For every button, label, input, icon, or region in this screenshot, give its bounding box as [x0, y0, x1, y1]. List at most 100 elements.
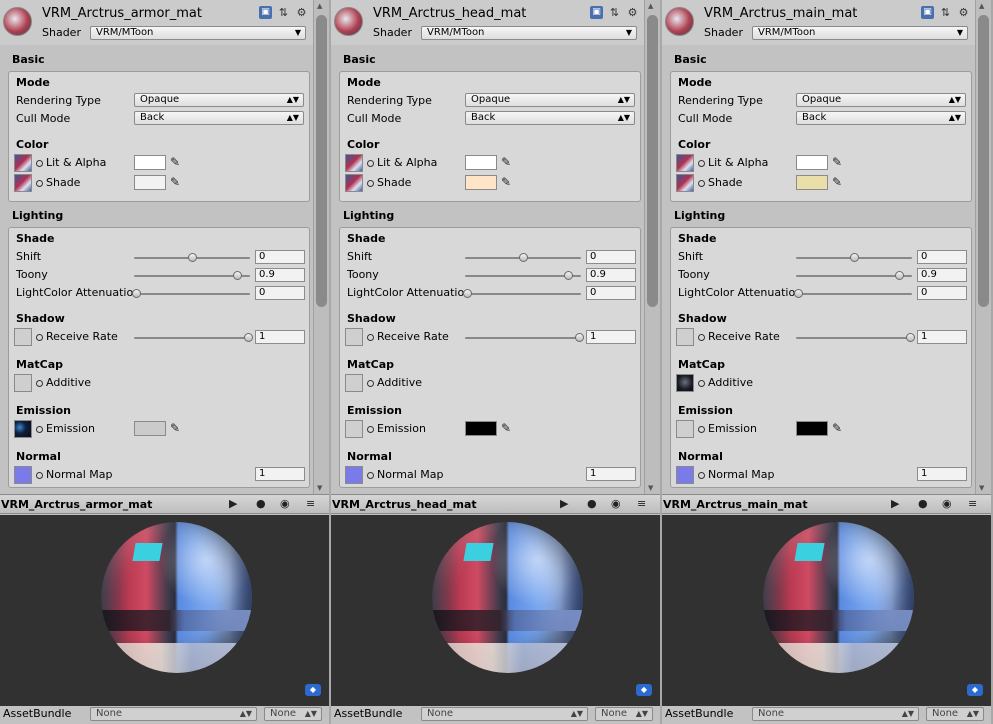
lit-color-swatch[interactable]: [465, 155, 497, 170]
normal-map-texture-slot[interactable]: [14, 466, 32, 484]
assetbundle-name-dropdown[interactable]: None ▲▼: [752, 707, 919, 721]
matcap-texture-slot[interactable]: [345, 374, 363, 392]
scroll-down-icon[interactable]: ▼: [317, 484, 322, 492]
texture-picker-dot-icon[interactable]: [36, 180, 43, 187]
normal-map-scale-field[interactable]: 1: [917, 467, 967, 481]
receive-rate-texture-slot[interactable]: [676, 328, 694, 346]
light-toggle-icon[interactable]: ◉: [280, 497, 290, 510]
shift-field[interactable]: 0: [917, 250, 967, 264]
normal-map-texture-slot[interactable]: [676, 466, 694, 484]
slider-knob[interactable]: [519, 253, 528, 262]
lightcolor-attenuation-field[interactable]: 0: [586, 286, 636, 300]
texture-picker-dot-icon[interactable]: [698, 472, 705, 479]
texture-picker-dot-icon[interactable]: [698, 380, 705, 387]
receive-rate-field[interactable]: 1: [917, 330, 967, 344]
matcap-texture-slot[interactable]: [676, 374, 694, 392]
texture-picker-dot-icon[interactable]: [367, 334, 374, 341]
color-picker-icon[interactable]: ✎: [170, 155, 180, 169]
scrollbar-thumb[interactable]: [978, 15, 989, 307]
shade-color-swatch[interactable]: [134, 175, 166, 190]
rendering-type-dropdown[interactable]: Opaque ▲▼: [465, 93, 635, 107]
receive-rate-texture-slot[interactable]: [14, 328, 32, 346]
texture-picker-dot-icon[interactable]: [698, 180, 705, 187]
preset-sliders-icon[interactable]: ⇅: [608, 6, 621, 19]
color-picker-icon[interactable]: ✎: [832, 421, 842, 435]
normal-map-scale-field[interactable]: 1: [255, 467, 305, 481]
menu-icon[interactable]: ≡: [306, 497, 315, 510]
shade-texture-slot[interactable]: [676, 174, 694, 192]
cull-mode-dropdown[interactable]: Back ▲▼: [465, 111, 635, 125]
emission-color-swatch[interactable]: [465, 421, 497, 436]
texture-picker-dot-icon[interactable]: [36, 472, 43, 479]
inspector-scrollbar[interactable]: ▲ ▼: [975, 0, 991, 494]
slider-knob[interactable]: [188, 253, 197, 262]
assetbundle-variant-dropdown[interactable]: None ▲▼: [595, 707, 653, 721]
texture-picker-dot-icon[interactable]: [36, 426, 43, 433]
texture-picker-dot-icon[interactable]: [36, 380, 43, 387]
slider-knob[interactable]: [794, 289, 803, 298]
normal-map-texture-slot[interactable]: [345, 466, 363, 484]
play-icon[interactable]: ▶: [891, 497, 899, 510]
scrollbar-thumb[interactable]: [316, 15, 327, 307]
material-preview-viewport[interactable]: [331, 515, 660, 706]
rendering-type-dropdown[interactable]: Opaque ▲▼: [796, 93, 966, 107]
shift-field[interactable]: 0: [255, 250, 305, 264]
lit-texture-slot[interactable]: [14, 154, 32, 172]
texture-picker-dot-icon[interactable]: [698, 334, 705, 341]
receive-rate-slider[interactable]: [796, 333, 915, 342]
toony-field[interactable]: 0.9: [255, 268, 305, 282]
gear-icon[interactable]: ⚙: [295, 6, 308, 19]
scroll-up-icon[interactable]: ▲: [979, 2, 984, 10]
emission-color-swatch[interactable]: [796, 421, 828, 436]
shade-color-swatch[interactable]: [465, 175, 497, 190]
color-picker-icon[interactable]: ✎: [832, 175, 842, 189]
scroll-up-icon[interactable]: ▲: [317, 2, 322, 10]
assetbundle-variant-dropdown[interactable]: None ▲▼: [926, 707, 984, 721]
inspector-scrollbar[interactable]: ▲ ▼: [644, 0, 660, 494]
shader-dropdown[interactable]: VRM/MToon ▼: [421, 26, 637, 40]
play-icon[interactable]: ▶: [229, 497, 237, 510]
material-preview-viewport[interactable]: [0, 515, 329, 706]
slider-knob[interactable]: [894, 271, 904, 280]
texture-picker-dot-icon[interactable]: [36, 160, 43, 167]
assetbundle-tag-icon[interactable]: ◆: [967, 684, 983, 696]
lightcolor-attenuation-field[interactable]: 0: [917, 286, 967, 300]
color-picker-icon[interactable]: ✎: [501, 421, 511, 435]
receive-rate-field[interactable]: 1: [586, 330, 636, 344]
slider-knob[interactable]: [906, 333, 915, 342]
texture-picker-dot-icon[interactable]: [36, 334, 43, 341]
scroll-down-icon[interactable]: ▼: [979, 484, 984, 492]
receive-rate-field[interactable]: 1: [255, 330, 305, 344]
receive-rate-slider[interactable]: [134, 333, 253, 342]
material-preview-viewport[interactable]: [662, 515, 991, 706]
shift-slider[interactable]: [465, 253, 581, 262]
assetbundle-tag-icon[interactable]: ◆: [636, 684, 652, 696]
slider-knob[interactable]: [850, 253, 859, 262]
shift-slider[interactable]: [796, 253, 912, 262]
texture-picker-dot-icon[interactable]: [367, 180, 374, 187]
shade-texture-slot[interactable]: [345, 174, 363, 192]
color-picker-icon[interactable]: ✎: [501, 155, 511, 169]
scroll-up-icon[interactable]: ▲: [648, 2, 653, 10]
shader-dropdown[interactable]: VRM/MToon ▼: [752, 26, 968, 40]
lightcolor-attenuation-slider[interactable]: [463, 289, 581, 298]
matcap-texture-slot[interactable]: [14, 374, 32, 392]
lit-color-swatch[interactable]: [134, 155, 166, 170]
shader-dropdown[interactable]: VRM/MToon ▼: [90, 26, 306, 40]
normal-map-scale-field[interactable]: 1: [586, 467, 636, 481]
texture-picker-dot-icon[interactable]: [367, 472, 374, 479]
scroll-down-icon[interactable]: ▼: [648, 484, 653, 492]
preset-sliders-icon[interactable]: ⇅: [277, 6, 290, 19]
shift-slider[interactable]: [134, 253, 250, 262]
color-picker-icon[interactable]: ✎: [170, 421, 180, 435]
lightcolor-attenuation-slider[interactable]: [132, 289, 250, 298]
sphere-toggle-icon[interactable]: ●: [587, 497, 597, 510]
slider-knob[interactable]: [232, 271, 242, 280]
shade-texture-slot[interactable]: [14, 174, 32, 192]
help-book-icon[interactable]: ▣: [590, 6, 603, 19]
cull-mode-dropdown[interactable]: Back ▲▼: [134, 111, 304, 125]
light-toggle-icon[interactable]: ◉: [942, 497, 952, 510]
emission-texture-slot[interactable]: [676, 420, 694, 438]
slider-knob[interactable]: [244, 333, 253, 342]
lightcolor-attenuation-field[interactable]: 0: [255, 286, 305, 300]
